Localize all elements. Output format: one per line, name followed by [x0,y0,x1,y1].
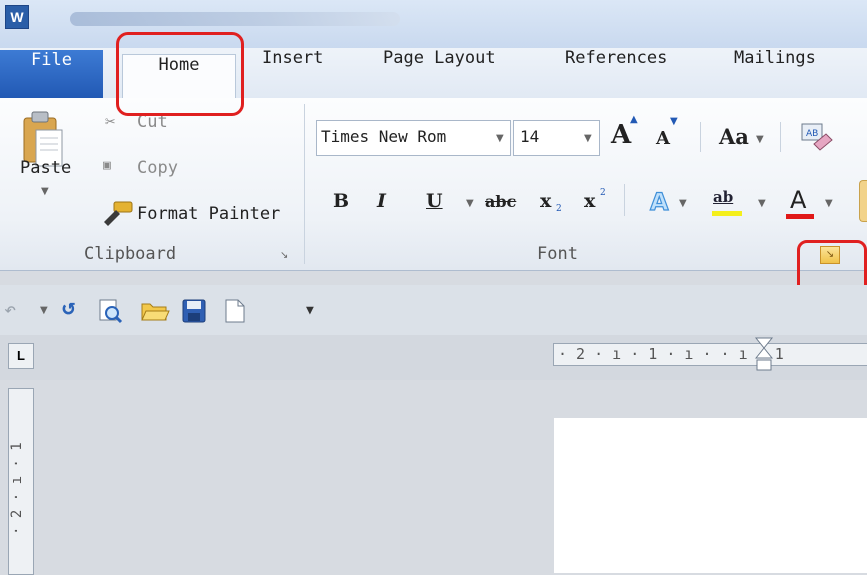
vruler-ticks: · 2 · ı · 1 [9,442,25,536]
subscript-marker: 2 [556,204,562,214]
superscript-marker: 2 [600,188,606,198]
cut-icon: ✂ [105,112,116,132]
grow-arrow-icon: ▲ [630,114,638,125]
subscript-button[interactable]: x [540,190,551,212]
open-folder-icon[interactable] [140,298,170,324]
tab-page-layout[interactable]: Page Layout [383,48,496,98]
quick-access-toolbar: ↶ ▼ ↺ ▼ [0,285,867,335]
svg-text:A: A [650,188,669,216]
superscript-button[interactable]: x [584,190,595,212]
shrink-font-button[interactable]: A [656,128,670,149]
horizontal-ruler[interactable]: · 2 · ı · 1 · ı · · ı · 1 [553,337,867,371]
paste-dropdown-icon[interactable]: ▼ [41,186,49,197]
chevron-down-icon[interactable]: ▼ [584,133,592,144]
new-document-icon[interactable] [224,298,246,324]
tab-file[interactable]: File [0,50,103,98]
tab-insert[interactable]: Insert [262,48,323,98]
annotation-home-highlight [116,32,244,116]
text-effects-icon[interactable]: A [648,186,676,216]
shrink-arrow-icon: ▼ [670,116,678,127]
customize-qat-icon[interactable]: ▼ [306,303,314,318]
document-page[interactable] [554,418,867,573]
font-name-combobox[interactable]: Times New Rom ▼ [316,120,511,156]
divider [624,184,625,216]
clear-formatting-icon[interactable]: AB [800,122,834,154]
strikethrough-button[interactable]: abc [485,192,516,211]
tab-mailings[interactable]: Mailings [734,48,816,98]
font-group-label: Font [537,244,578,264]
chevron-down-icon[interactable]: ▼ [40,305,48,316]
divider [700,122,701,152]
highlight-button[interactable]: ab [713,188,733,206]
indent-marker-icon[interactable] [754,336,774,380]
divider [780,122,781,152]
undo-icon[interactable]: ↶ [4,297,16,321]
ruler-ticks: · 2 · ı · 1 · ı · · ı · 1 [558,345,784,363]
chevron-down-icon[interactable]: ▼ [466,198,474,209]
paste-button[interactable]: Paste [20,158,71,178]
font-size-value: 14 [520,127,540,146]
clipboard-launcher-icon[interactable]: ↘ [280,250,288,261]
highlight-color-swatch [712,211,742,216]
chevron-down-icon[interactable]: ▼ [758,198,766,209]
tab-selector-button[interactable]: L [8,343,34,369]
print-preview-icon[interactable] [97,298,123,324]
bold-button[interactable]: B [333,190,349,212]
change-case-button[interactable]: Aa [719,124,749,149]
font-name-value: Times New Rom [321,127,447,146]
chevron-down-icon[interactable]: ▼ [496,133,504,144]
font-size-combobox[interactable]: 14 ▼ [513,120,600,156]
word-app-icon[interactable]: W [5,5,29,29]
format-painter-icon [104,201,133,226]
redo-icon[interactable]: ↺ [62,295,75,320]
font-color-button[interactable]: A [790,186,806,214]
tab-references[interactable]: References [565,48,667,98]
ribbon-home: Paste ▼ ✂ Cut ▣ Copy Format Painter Clip… [0,98,867,271]
window-title [70,12,400,26]
chevron-down-icon[interactable]: ▼ [756,134,764,145]
chevron-down-icon[interactable]: ▼ [679,198,687,209]
copy-icon: ▣ [103,158,111,173]
group-divider [304,104,305,264]
underline-button[interactable]: U [426,190,443,212]
vertical-ruler[interactable]: · 2 · ı · 1 [8,388,34,575]
styles-gallery-edge[interactable] [859,180,867,222]
chevron-down-icon[interactable]: ▼ [825,198,833,209]
grow-font-button[interactable]: A [611,120,631,150]
font-color-swatch [786,214,814,219]
italic-button[interactable]: I [377,190,386,212]
clipboard-group-label: Clipboard [84,244,177,264]
copy-button[interactable]: Copy [137,158,178,178]
svg-text:AB: AB [806,129,818,139]
save-icon[interactable] [181,298,207,324]
format-painter-button[interactable]: Format Painter [137,204,280,224]
